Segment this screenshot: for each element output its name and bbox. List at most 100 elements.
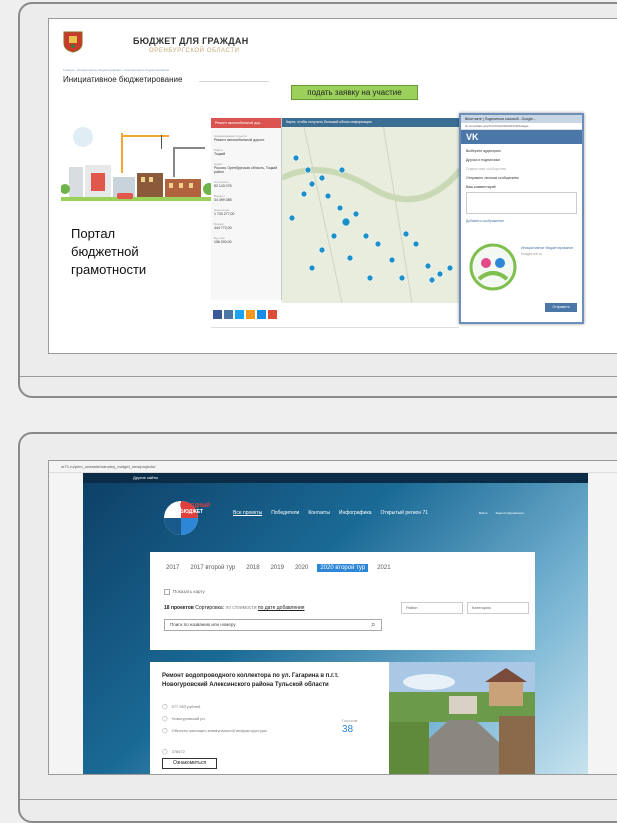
logo-line: БЮДЖЕТ bbox=[180, 509, 204, 515]
side-panel-value: 52 143 075 bbox=[214, 184, 232, 188]
search-input[interactable]: Поиск по названию или номеру bbox=[164, 619, 382, 631]
mail-icon[interactable] bbox=[257, 310, 266, 319]
other-sites-bar[interactable]: Другие сайты bbox=[83, 473, 588, 483]
link-title: Инициативное бюджетирование bbox=[521, 246, 574, 250]
project-place: Новогуровский рп. bbox=[162, 716, 206, 722]
project-side-panel: Ремонт автомобильной дор... Наименование… bbox=[211, 118, 282, 300]
audience-option-community[interactable]: Подписчики сообщества bbox=[466, 167, 582, 171]
breadcrumb[interactable]: Главная › Инициативное бюджетирование › … bbox=[63, 68, 169, 72]
city-illustration bbox=[61, 127, 218, 201]
audience-option-message[interactable]: Отправить личным сообщением bbox=[466, 176, 582, 180]
nav-infographics[interactable]: Инфографика bbox=[339, 510, 372, 516]
map-header: Карта, чтобы получить больший объем инфо… bbox=[282, 118, 462, 127]
twitter-icon[interactable] bbox=[235, 310, 244, 319]
side-panel-row: Бизнес 444 772,00 bbox=[214, 222, 278, 230]
filter-panel: 2017 2017 второй тур 2018 2019 2020 2020… bbox=[150, 552, 535, 650]
votes-count: 38 bbox=[342, 724, 354, 735]
side-panel-value: 34 499 085 bbox=[214, 198, 232, 202]
side-panel-value: 1 733 277,00 bbox=[214, 212, 235, 216]
region-emblem-icon bbox=[63, 31, 83, 53]
divider bbox=[211, 327, 459, 328]
slide-card-2: or71.ru/prim_uchastie/narodny_budget_new… bbox=[18, 432, 617, 823]
nav-open-region[interactable]: Открытый регион 71 bbox=[381, 510, 428, 516]
login-link[interactable]: Войти bbox=[479, 511, 487, 515]
side-panel-value: Ремонт автомобильной дороги bbox=[214, 138, 265, 142]
card-divider bbox=[20, 376, 617, 377]
district-select[interactable]: Район bbox=[401, 602, 463, 614]
tula-budget-screenshot: or71.ru/prim_uchastie/narodny_budget_new… bbox=[48, 460, 617, 775]
sort-by-cost[interactable]: по стоимости bbox=[226, 605, 257, 611]
portal-caption-line: грамотности bbox=[71, 262, 147, 277]
portal-caption-line: Портал bbox=[71, 226, 116, 241]
side-panel-value: 444 772,00 bbox=[214, 226, 232, 230]
project-number: 378672 bbox=[162, 749, 185, 755]
side-panel-row: Наименование проекта Ремонт автомобильной… bbox=[214, 134, 278, 142]
side-panel-row: Адрес Россия, Оренбургская область, Тоцки… bbox=[214, 162, 278, 174]
comment-label: Ваш комментарий bbox=[466, 185, 496, 189]
card-divider bbox=[20, 799, 617, 800]
popup-title: ВКонтакте | Поделиться ссылкой - Google.… bbox=[461, 115, 582, 123]
project-category: Объекты жилищно-коммунальной инфраструкт… bbox=[162, 728, 272, 734]
show-map-checkbox[interactable]: Показать карту bbox=[164, 589, 205, 595]
portal-caption-line: бюджетной bbox=[71, 244, 139, 259]
header-title: БЮДЖЕТ ДЛЯ ГРАЖДАН bbox=[133, 36, 249, 46]
nav-all-projects[interactable]: Все проекты bbox=[233, 510, 262, 516]
side-panel-row: Бюджет 34 499 085 bbox=[214, 194, 278, 202]
side-panel-value: Россия, Оренбургская область, Тоцкий рай… bbox=[214, 166, 278, 174]
side-panel-row: Стоимость 52 143 075 bbox=[214, 180, 278, 188]
project-photo bbox=[389, 662, 535, 774]
sort-by-date[interactable]: по дате добавления bbox=[258, 605, 305, 611]
sort-label: Сортировка: bbox=[195, 605, 225, 611]
vk-icon[interactable] bbox=[224, 310, 233, 319]
side-panel-value: 156 000,00 bbox=[214, 240, 232, 244]
page-title: Инициативное бюджетирование bbox=[63, 75, 183, 84]
divider bbox=[199, 81, 269, 82]
facebook-icon[interactable] bbox=[213, 310, 222, 319]
site-page: Другие сайты НАРОДНЫЙ БЮДЖЕТ Все проекты… bbox=[83, 473, 588, 774]
tab-year[interactable]: 2020 bbox=[293, 564, 310, 572]
tab-year[interactable]: 2018 bbox=[244, 564, 261, 572]
search-icon[interactable]: ⌕ bbox=[371, 620, 375, 630]
votes-label: Голосов: bbox=[342, 718, 359, 723]
side-panel-row: Ед. изм. 156 000,00 bbox=[214, 236, 278, 244]
slide-card-1: БЮДЖЕТ ДЛЯ ГРАЖДАН ОРЕНБУРГСКОЙ ОБЛАСТИ … bbox=[18, 2, 617, 398]
apply-button[interactable]: подать заявку на участие bbox=[291, 85, 418, 100]
nav-winners[interactable]: Победители bbox=[271, 510, 299, 516]
project-title[interactable]: Ремонт водопроводного коллектора по ул. … bbox=[162, 672, 362, 690]
side-panel-header[interactable]: Ремонт автомобильной дор... bbox=[211, 118, 281, 128]
odnoklassniki-icon[interactable] bbox=[246, 310, 255, 319]
attach-image-checkbox[interactable]: Добавить изображение bbox=[466, 219, 582, 223]
logo-text: НАРОДНЫЙ БЮДЖЕТ bbox=[180, 503, 210, 515]
register-link[interactable]: Зарегистрироваться bbox=[495, 511, 523, 515]
year-tabs: 2017 2017 второй тур 2018 2019 2020 2020… bbox=[164, 564, 393, 572]
side-panel-value: Тоцкий bbox=[214, 152, 226, 156]
comment-input[interactable] bbox=[466, 192, 577, 214]
popup-url: vk.com/share.php?url=http%3A%2F%2Fbudget… bbox=[461, 123, 582, 130]
vk-share-popup: ВКонтакте | Поделиться ссылкой - Google.… bbox=[459, 113, 584, 324]
tab-year[interactable]: 2021 bbox=[375, 564, 392, 572]
link-site: budget.orb.ru bbox=[521, 252, 542, 256]
header-subtitle: ОРЕНБУРГСКОЙ ОБЛАСТИ bbox=[149, 48, 240, 54]
budget-logo-icon bbox=[469, 243, 517, 291]
auth-links: Войти Зарегистрироваться bbox=[479, 511, 524, 515]
details-button[interactable]: Ознакомиться bbox=[162, 758, 217, 769]
category-select[interactable]: Категория bbox=[467, 602, 529, 614]
vk-logo: VK bbox=[461, 130, 582, 144]
portal-caption: Портал бюджетной грамотности bbox=[71, 225, 146, 279]
main-nav: Все проекты Победители Контакты Инфограф… bbox=[233, 510, 428, 516]
audience-label: Выберите аудиторию bbox=[466, 149, 501, 153]
tab-year[interactable]: 2019 bbox=[269, 564, 286, 572]
tab-year[interactable]: 2017 bbox=[164, 564, 181, 572]
project-cost: 577 953 рублей bbox=[162, 704, 201, 710]
tab-year-active[interactable]: 2020 второй тур bbox=[317, 564, 369, 572]
project-count: 18 проектов bbox=[164, 605, 194, 611]
google-plus-icon[interactable] bbox=[268, 310, 277, 319]
audience-option-friends[interactable]: Друзья и подписчики bbox=[466, 158, 582, 162]
nav-contacts[interactable]: Контакты bbox=[308, 510, 330, 516]
projects-map[interactable] bbox=[282, 118, 462, 303]
results-summary: 18 проектов Сортировка: по стоимости по … bbox=[164, 605, 305, 611]
send-button[interactable]: Отправить bbox=[545, 303, 577, 312]
address-bar[interactable]: or71.ru/prim_uchastie/narodny_budget_new… bbox=[49, 461, 617, 473]
budget-portal-screenshot: БЮДЖЕТ ДЛЯ ГРАЖДАН ОРЕНБУРГСКОЙ ОБЛАСТИ … bbox=[48, 18, 617, 354]
tab-year[interactable]: 2017 второй тур bbox=[188, 564, 237, 572]
